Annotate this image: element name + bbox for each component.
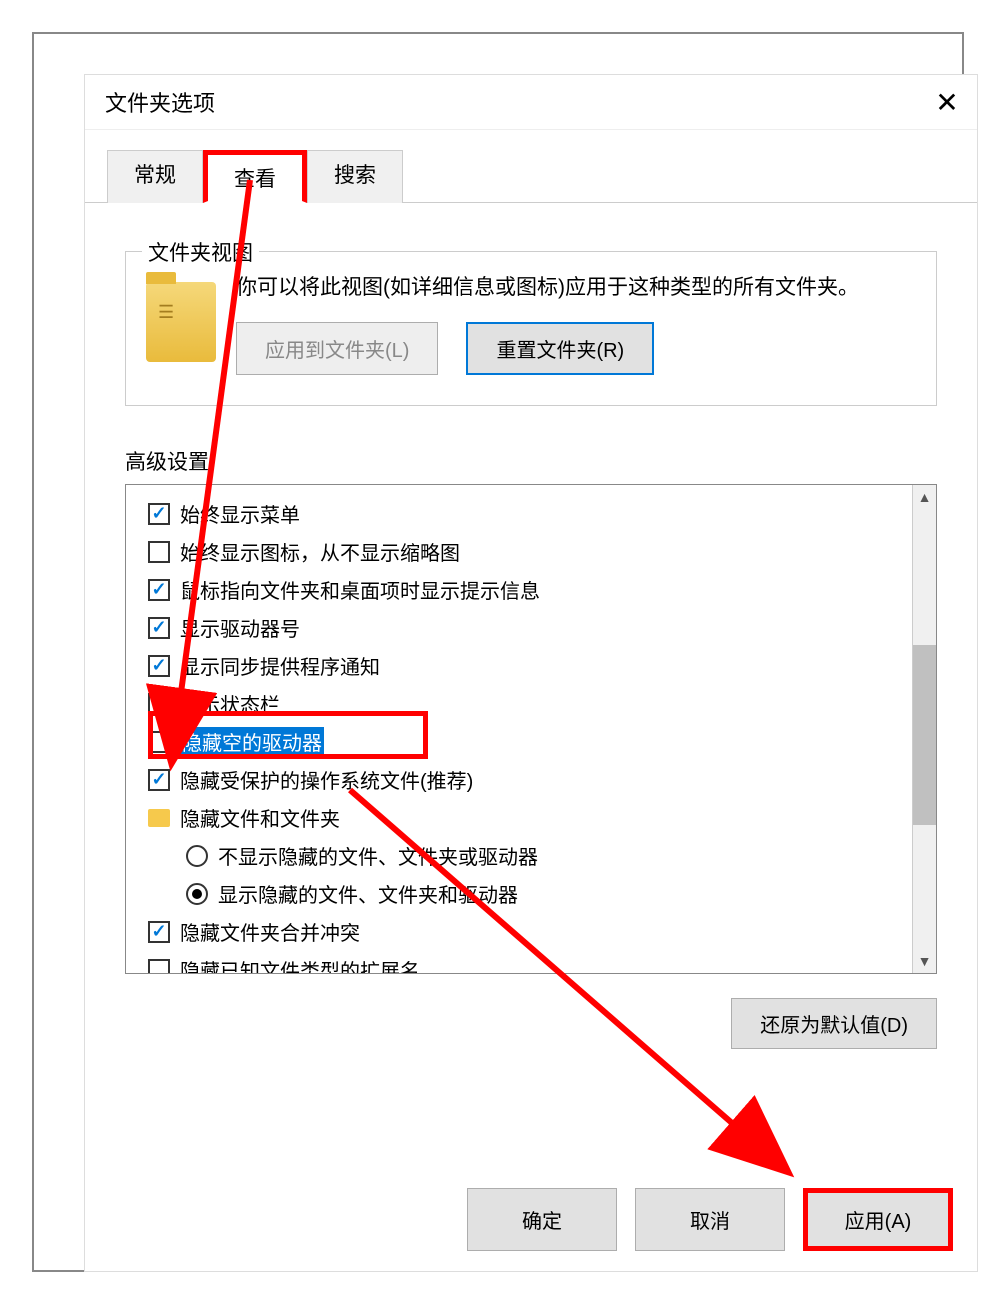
checkbox-icon[interactable] [148, 655, 170, 677]
list-item-label: 隐藏已知文件类型的扩展名 [180, 955, 420, 974]
checkbox-icon[interactable] [148, 579, 170, 601]
list-item[interactable]: 隐藏空的驱动器 [148, 723, 934, 761]
list-item[interactable]: 显示状态栏 [148, 685, 934, 723]
radio-icon[interactable] [186, 845, 208, 867]
list-item[interactable]: 显示隐藏的文件、文件夹和驱动器 [148, 875, 934, 913]
tab-view[interactable]: 查看 [203, 150, 307, 203]
radio-icon[interactable] [186, 883, 208, 905]
checkbox-icon[interactable] [148, 959, 170, 974]
list-item-label: 显示隐藏的文件、文件夹和驱动器 [218, 879, 518, 908]
checkbox-icon[interactable] [148, 541, 170, 563]
tab-search[interactable]: 搜索 [307, 150, 403, 203]
list-item[interactable]: 隐藏文件夹合并冲突 [148, 913, 934, 951]
list-item[interactable]: 始终显示图标，从不显示缩略图 [148, 533, 934, 571]
tab-general[interactable]: 常规 [107, 150, 203, 203]
restore-defaults-button[interactable]: 还原为默认值(D) [731, 998, 937, 1049]
list-item-label: 隐藏文件夹合并冲突 [180, 917, 360, 946]
checkbox-icon[interactable] [148, 769, 170, 791]
list-item-label: 显示同步提供程序通知 [180, 651, 380, 680]
dialog-window: 文件夹选项 ✕ 常规 查看 搜索 文件夹视图 你可以将此视图(如详细信息或图标)… [84, 74, 978, 1272]
tabs-row: 常规 查看 搜索 [85, 150, 977, 203]
checkbox-icon[interactable] [148, 693, 170, 715]
dialog-buttons: 确定 取消 应用(A) [467, 1188, 953, 1251]
apply-button[interactable]: 应用(A) [803, 1188, 953, 1251]
list-item-label: 隐藏受保护的操作系统文件(推荐) [180, 765, 473, 794]
checkbox-icon[interactable] [148, 731, 170, 753]
groupbox-title: 文件夹视图 [142, 237, 259, 267]
list-item[interactable]: 不显示隐藏的文件、文件夹或驱动器 [148, 837, 934, 875]
groupbox-description: 你可以将此视图(如详细信息或图标)应用于这种类型的所有文件夹。 [236, 272, 916, 304]
list-item-label: 显示驱动器号 [180, 613, 300, 642]
list-item-label: 始终显示菜单 [180, 499, 300, 528]
scroll-up-icon[interactable]: ▲ [913, 485, 936, 509]
folder-icon [148, 809, 170, 827]
list-item[interactable]: 隐藏已知文件类型的扩展名 [148, 951, 934, 974]
advanced-settings-label: 高级设置: [125, 446, 937, 476]
list-item[interactable]: 鼠标指向文件夹和桌面项时显示提示信息 [148, 571, 934, 609]
list-item[interactable]: 隐藏文件和文件夹 [148, 799, 934, 837]
advanced-settings-list[interactable]: 始终显示菜单始终显示图标，从不显示缩略图鼠标指向文件夹和桌面项时显示提示信息显示… [125, 484, 937, 974]
list-item[interactable]: 隐藏受保护的操作系统文件(推荐) [148, 761, 934, 799]
close-button[interactable]: ✕ [917, 75, 977, 130]
list-item[interactable]: 始终显示菜单 [148, 495, 934, 533]
ok-button[interactable]: 确定 [467, 1188, 617, 1251]
folder-view-groupbox: 文件夹视图 你可以将此视图(如详细信息或图标)应用于这种类型的所有文件夹。 应用… [125, 251, 937, 406]
list-item[interactable]: 显示驱动器号 [148, 609, 934, 647]
close-icon: ✕ [935, 86, 958, 119]
reset-folders-button[interactable]: 重置文件夹(R) [466, 322, 654, 375]
tab-content: 文件夹视图 你可以将此视图(如详细信息或图标)应用于这种类型的所有文件夹。 应用… [85, 203, 977, 1069]
checkbox-icon[interactable] [148, 617, 170, 639]
list-item[interactable]: 显示同步提供程序通知 [148, 647, 934, 685]
list-item-label: 鼠标指向文件夹和桌面项时显示提示信息 [180, 575, 540, 604]
list-item-label: 显示状态栏 [180, 689, 280, 718]
outer-frame: 文件夹选项 ✕ 常规 查看 搜索 文件夹视图 你可以将此视图(如详细信息或图标)… [32, 32, 964, 1272]
scroll-down-icon[interactable]: ▼ [913, 949, 936, 973]
list-item-label: 始终显示图标，从不显示缩略图 [180, 537, 460, 566]
folder-icon [146, 282, 216, 362]
checkbox-icon[interactable] [148, 503, 170, 525]
list-item-label: 不显示隐藏的文件、文件夹或驱动器 [218, 841, 538, 870]
list-item-label: 隐藏文件和文件夹 [180, 803, 340, 832]
dialog-title: 文件夹选项 [105, 86, 215, 118]
scroll-thumb[interactable] [913, 645, 936, 825]
titlebar: 文件夹选项 ✕ [85, 75, 977, 130]
cancel-button[interactable]: 取消 [635, 1188, 785, 1251]
checkbox-icon[interactable] [148, 921, 170, 943]
list-item-label: 隐藏空的驱动器 [180, 727, 324, 756]
scrollbar[interactable]: ▲ ▼ [912, 485, 936, 973]
apply-to-folders-button: 应用到文件夹(L) [236, 322, 438, 375]
